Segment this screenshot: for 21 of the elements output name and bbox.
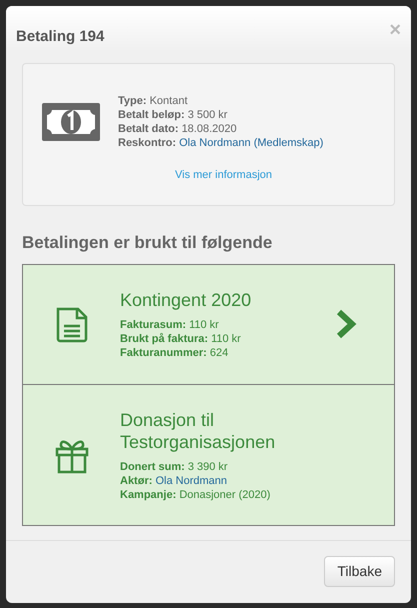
banknote-icon xyxy=(42,102,100,140)
detail-line: Donert sum: 3 390 kr xyxy=(120,460,229,474)
section-heading: Betalingen er brukt til følgende xyxy=(22,232,274,254)
detail-line: Fakturasum: 110 kr xyxy=(120,318,220,332)
chevron-right-icon[interactable] xyxy=(335,308,357,340)
detail-line: Fakturanummer: 624 xyxy=(120,346,230,360)
detail-line: Betalt beløp: 3 500 kr xyxy=(118,108,228,122)
more-info-link[interactable]: Vis mer informasjon xyxy=(175,166,272,183)
document-icon xyxy=(54,306,88,344)
detail-line: Kampanje: Donasjoner (2020) xyxy=(120,488,272,502)
detail-line: Betalt dato: 18.08.2020 xyxy=(118,122,238,136)
detail-line: Type: Kontant xyxy=(118,94,189,108)
detail-line: Aktør: Ola Nordmann xyxy=(120,474,228,488)
detail-line: Brukt på faktura: 110 kr xyxy=(120,332,242,346)
detail-link[interactable]: Ola Nordmann xyxy=(155,474,227,486)
usage-title: Donasjon til Testorganisasjonen xyxy=(120,408,276,452)
back-button[interactable]: Tilbake xyxy=(324,556,395,587)
detail-link[interactable]: Ola Nordmann (Medlemskap) xyxy=(179,136,324,148)
usage-title: Kontingent 2020 xyxy=(120,289,252,311)
modal-title: Betaling 194 xyxy=(16,27,104,47)
detail-line: Reskontro: Ola Nordmann (Medlemskap) xyxy=(118,136,324,150)
